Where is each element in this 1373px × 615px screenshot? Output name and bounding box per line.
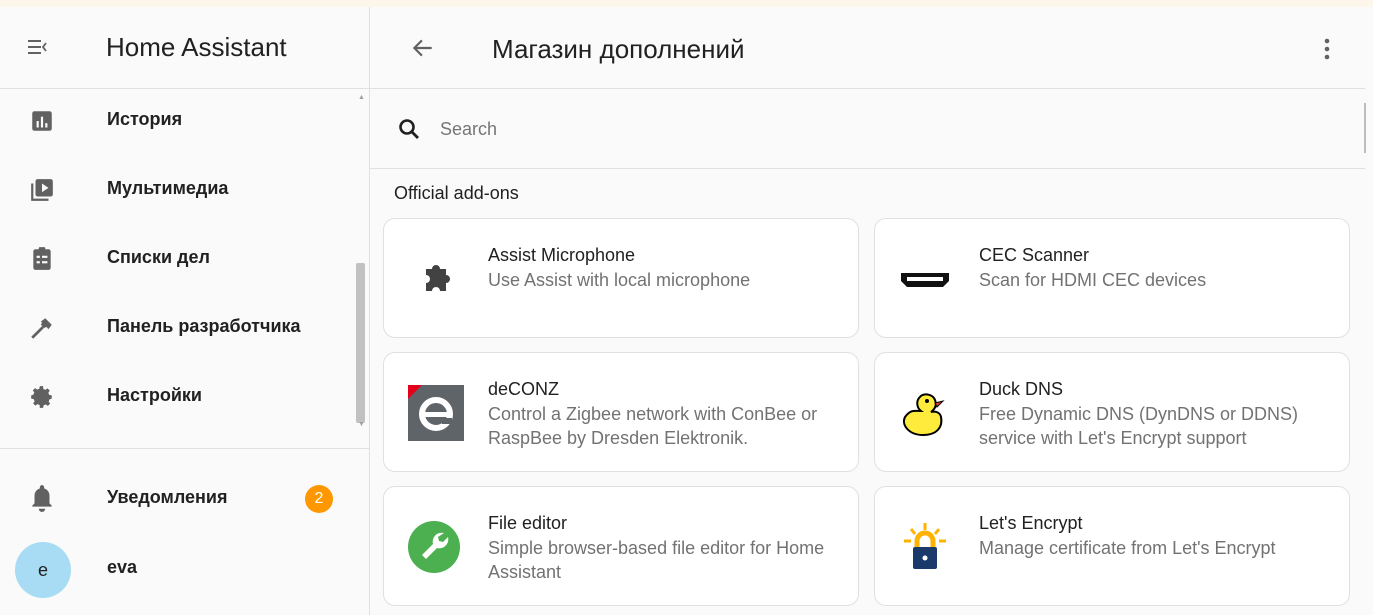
more-options-icon[interactable] — [1315, 35, 1339, 63]
duck-icon — [895, 383, 955, 443]
addon-description: Simple browser-based file editor for Hom… — [488, 538, 825, 582]
sidebar-user-profile[interactable]: e eva — [0, 535, 350, 615]
sidebar-item-label: Панель разработчика — [107, 316, 301, 336]
sidebar-item-label: Уведомления — [107, 487, 228, 507]
section-title: Official add-ons — [394, 183, 519, 203]
padlock-icon — [895, 517, 955, 577]
sidebar-item-media[interactable]: Мультимедиа — [0, 158, 350, 226]
gear-icon — [29, 384, 55, 410]
addon-card-assist-microphone[interactable]: Assist Microphone Use Assist with local … — [383, 218, 859, 338]
top-toolbar: Магазин дополнений — [370, 7, 1365, 89]
hammer-icon — [29, 315, 55, 341]
back-arrow-icon[interactable] — [410, 35, 436, 61]
hdmi-icon — [895, 249, 955, 309]
addon-name: Duck DNS — [979, 379, 1064, 399]
sidebar-item-notifications[interactable]: Уведомления 2 — [0, 465, 350, 531]
addon-description: Control a Zigbee network with ConBee or … — [488, 404, 818, 448]
sidebar-item-label: Настройки — [107, 385, 202, 405]
sidebar-scroll-thumb[interactable] — [356, 263, 365, 423]
top-strip — [0, 0, 1373, 7]
wrench-icon — [404, 517, 464, 577]
avatar: e — [15, 542, 71, 598]
search-input[interactable] — [438, 113, 1242, 145]
search-icon — [397, 117, 421, 141]
notification-count-badge: 2 — [305, 485, 333, 513]
sidebar-item-history[interactable]: История — [0, 89, 350, 157]
sidebar-header: Home Assistant — [0, 7, 369, 89]
search-edge — [1364, 103, 1366, 153]
addon-name: File editor — [488, 513, 568, 533]
app-title: Home Assistant — [106, 32, 287, 62]
media-play-icon — [29, 177, 55, 203]
addon-name: Assist Microphone — [488, 245, 636, 265]
scroll-up-arrow-icon[interactable]: ▲ — [358, 94, 365, 101]
main-content: Магазин дополнений Official add-ons Assi… — [370, 7, 1373, 615]
clipboard-list-icon — [29, 246, 55, 272]
menu-collapse-icon[interactable] — [25, 35, 49, 59]
addon-description: Scan for HDMI CEC devices — [979, 270, 1207, 290]
scroll-down-arrow-icon[interactable]: ▼ — [358, 421, 365, 428]
addon-card-cec-scanner[interactable]: CEC Scanner Scan for HDMI CEC devices — [874, 218, 1350, 338]
page-title: Магазин дополнений — [492, 34, 745, 64]
history-chart-icon — [29, 108, 55, 134]
sidebar-item-developer-tools[interactable]: Панель разработчика — [0, 296, 350, 364]
sidebar: Home Assistant История Мультимедиа Списк… — [0, 7, 370, 615]
addon-description: Free Dynamic DNS (DynDNS or DDNS) servic… — [979, 404, 1299, 448]
sidebar-item-label: Списки дел — [107, 247, 210, 267]
puzzle-icon — [404, 249, 464, 309]
addon-name: Let's Encrypt — [979, 513, 1083, 533]
sidebar-nav: История Мультимедиа Списки дел Панель ра… — [0, 89, 369, 451]
addon-description: Manage certificate from Let's Encrypt — [979, 538, 1276, 558]
addon-name: deCONZ — [488, 379, 560, 399]
search-bar — [370, 89, 1366, 169]
sidebar-item-label: История — [107, 109, 183, 129]
sidebar-item-settings[interactable]: Настройки — [0, 365, 350, 433]
addon-card-duck-dns[interactable]: Duck DNS Free Dynamic DNS (DynDNS or DDN… — [874, 352, 1350, 472]
user-name: eva — [107, 557, 138, 577]
sidebar-item-label: Мультимедиа — [107, 178, 229, 198]
addon-name: CEC Scanner — [979, 245, 1090, 265]
addon-card-file-editor[interactable]: File editor Simple browser-based file ed… — [383, 486, 859, 606]
sidebar-divider — [0, 448, 369, 449]
addon-description: Use Assist with local microphone — [488, 270, 751, 290]
bell-icon — [29, 483, 55, 513]
addon-card-deconz[interactable]: deCONZ Control a Zigbee network with Con… — [383, 352, 859, 472]
sidebar-item-todo[interactable]: Списки дел — [0, 227, 350, 295]
addon-card-lets-encrypt[interactable]: Let's Encrypt Manage certificate from Le… — [874, 486, 1350, 606]
deconz-logo-icon — [404, 383, 464, 443]
